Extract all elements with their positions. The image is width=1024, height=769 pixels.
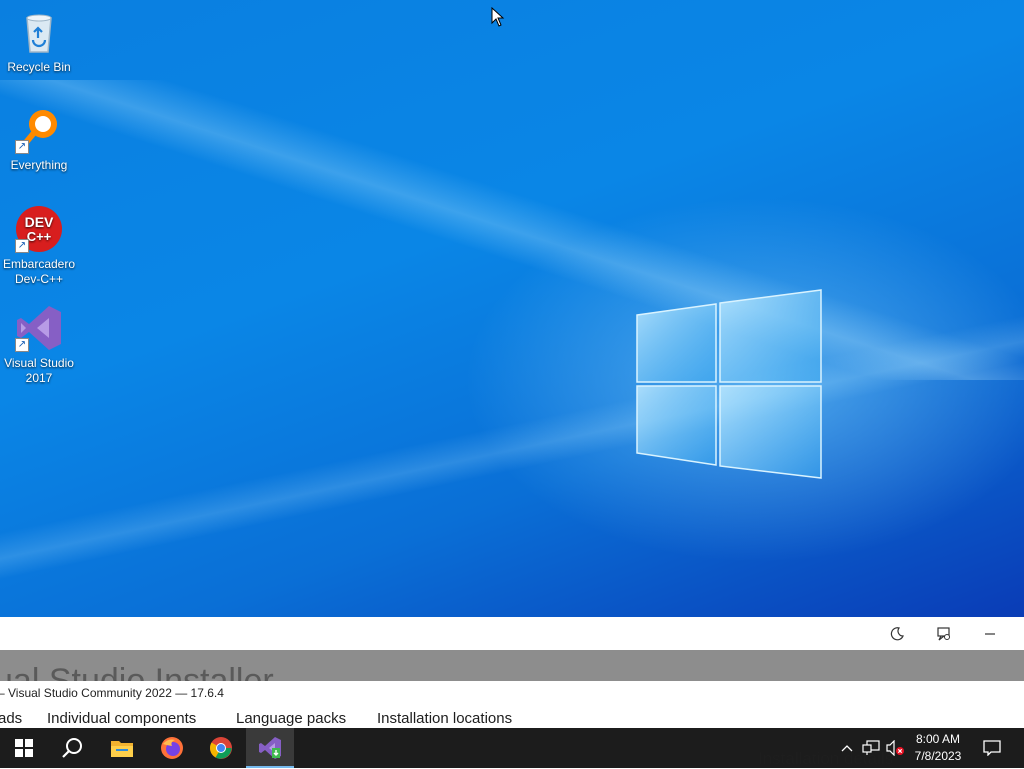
theme-moon-icon[interactable] [883, 623, 911, 645]
file-explorer-icon [111, 741, 133, 757]
desktop-icon-label: Recycle Bin [7, 60, 71, 74]
search-button[interactable] [48, 728, 96, 768]
svg-text:DEV: DEV [25, 214, 54, 230]
desktop-icon-label-line2: Dev-C++ [14, 272, 64, 286]
windows-logo-wallpaper [636, 289, 822, 479]
svg-text:C++: C++ [27, 229, 52, 244]
taskbar-chrome[interactable] [197, 728, 245, 768]
taskbar-firefox[interactable] [148, 728, 196, 768]
desktop-icon-label-line1: Embarcadero [2, 257, 76, 271]
mouse-cursor-icon [491, 7, 505, 27]
vs-installer-title: ual Studio Installer [0, 662, 274, 681]
tab-individual-components[interactable]: Individual components [47, 710, 196, 727]
taskbar-vs-installer[interactable] [246, 728, 294, 768]
shortcut-arrow-icon: ↗ [15, 239, 29, 253]
devcpp-icon: DEV C++ ↗ [15, 205, 63, 253]
notification-icon [983, 740, 1001, 756]
vs-installer-header-band: ual Studio Installer [0, 650, 1024, 681]
desktop-icon-label-line1: Visual Studio [4, 356, 74, 370]
start-icon [15, 739, 33, 757]
shortcut-arrow-icon: ↗ [15, 140, 29, 154]
clock-date: 7/8/2023 [914, 749, 962, 763]
clock-time: 8:00 AM [915, 732, 961, 746]
desktop-icon-everything[interactable]: ↗ Everything [0, 106, 78, 173]
vs-product-subtitle: – Visual Studio Community 2022 — 17.6.4 [0, 686, 224, 700]
desktop-icon-devcpp[interactable]: DEV C++ ↗ Embarcadero Dev-C++ [0, 205, 78, 287]
tab-workloads[interactable]: ads [0, 710, 22, 727]
taskbar-clock[interactable]: 8:00 AM 7/8/2023 [908, 731, 968, 765]
vs-installer-icon [259, 737, 281, 759]
feedback-icon[interactable] [930, 623, 958, 645]
recycle-bin-icon [15, 8, 63, 56]
action-center-button[interactable] [976, 728, 1008, 768]
shortcut-arrow-icon: ↗ [15, 338, 29, 352]
firefox-icon [161, 737, 183, 759]
tab-installation-locations[interactable]: Installation locations [377, 710, 512, 727]
desktop-icon-label-line2: 2017 [25, 371, 53, 385]
minimize-icon[interactable] [976, 623, 1004, 645]
search-icon [62, 738, 82, 758]
tab-language-packs[interactable]: Language packs [236, 710, 346, 727]
installation-details-heading: Installation details [758, 749, 894, 768]
visual-studio-icon: ↗ [15, 304, 63, 352]
chrome-icon [210, 737, 232, 759]
everything-search-icon: ↗ [15, 106, 63, 154]
vs-installer-titlebar [0, 617, 1024, 651]
start-button[interactable] [0, 728, 48, 768]
taskbar-file-explorer[interactable] [98, 728, 146, 768]
desktop-icon-recycle-bin[interactable]: Recycle Bin [0, 8, 78, 75]
desktop-icon-label: Everything [10, 158, 68, 172]
vs-installer-window: ual Studio Installer – Visual Studio Com… [0, 617, 1024, 728]
desktop-icon-visual-studio-2017[interactable]: ↗ Visual Studio 2017 [0, 304, 78, 386]
